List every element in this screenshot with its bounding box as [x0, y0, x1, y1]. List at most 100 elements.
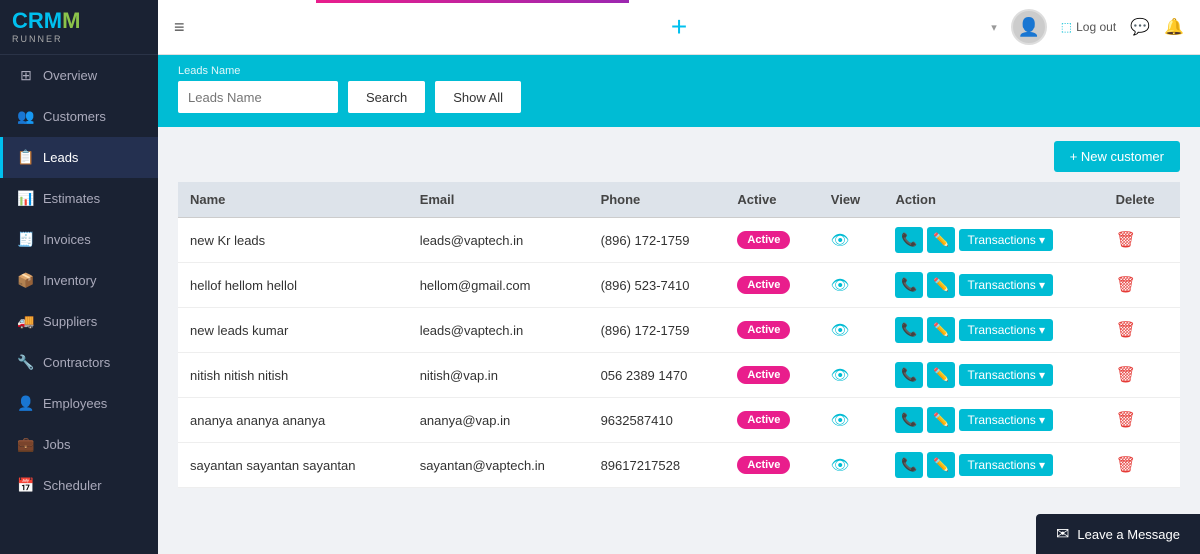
- sidebar-item-employees[interactable]: 👤Employees: [0, 383, 158, 424]
- sidebar-item-suppliers[interactable]: 🚚Suppliers: [0, 301, 158, 342]
- filter-label: Leads Name: [178, 65, 338, 77]
- add-button[interactable]: +: [671, 13, 687, 41]
- call-button[interactable]: 📞: [895, 317, 923, 343]
- delete-button[interactable]: 🗑: [1116, 320, 1136, 340]
- sidebar-item-contractors[interactable]: 🔧Contractors: [0, 342, 158, 383]
- logout-button[interactable]: ⬚ Log out: [1061, 20, 1116, 34]
- cell-phone: 89617217528: [589, 443, 726, 488]
- sidebar-item-jobs[interactable]: 💼Jobs: [0, 424, 158, 465]
- sidebar-label-customers: Customers: [43, 109, 106, 124]
- sidebar-item-invoices[interactable]: 🧾 Invoices: [0, 219, 158, 260]
- leave-message-bar[interactable]: ✉ Leave a Message: [1036, 514, 1200, 554]
- new-customer-button[interactable]: + New customer: [1054, 141, 1180, 172]
- cell-view: 👁: [819, 353, 884, 398]
- show-all-button[interactable]: Show All: [435, 81, 521, 113]
- leads-name-input[interactable]: [178, 81, 338, 113]
- call-button[interactable]: 📞: [895, 407, 923, 433]
- search-button[interactable]: Search: [348, 81, 425, 113]
- logout-icon: ⬚: [1061, 20, 1072, 34]
- cell-active: Active: [725, 308, 818, 353]
- col-view: View: [819, 182, 884, 218]
- progress-bar: [316, 0, 629, 3]
- edit-button[interactable]: ✏️: [927, 452, 955, 478]
- delete-button[interactable]: 🗑: [1116, 365, 1136, 385]
- view-icon[interactable]: 👁: [831, 277, 850, 294]
- action-buttons: 📞 ✏️ Transactions ▾: [895, 407, 1091, 433]
- cell-active: Active: [725, 218, 818, 263]
- table-row: ananya ananya ananyaananya@vap.in9632587…: [178, 398, 1180, 443]
- logo-text: CRMM: [12, 10, 80, 32]
- transactions-button[interactable]: Transactions ▾: [959, 454, 1053, 476]
- call-button[interactable]: 📞: [895, 227, 923, 253]
- cell-phone: (896) 523-7410: [589, 263, 726, 308]
- logo: CRMM RUNNER: [0, 0, 158, 55]
- cell-delete: 🗑: [1104, 218, 1180, 263]
- view-icon[interactable]: 👁: [831, 367, 850, 384]
- sidebar-label-estimates: Estimates: [43, 191, 100, 206]
- call-button[interactable]: 📞: [895, 272, 923, 298]
- sidebar-label-overview: Overview: [43, 68, 97, 83]
- sidebar-nav: ⊞Overview👥Customers📋Leads📊Estimates 🧾 Invo…: [0, 55, 158, 554]
- invoices-icon: 🧾: [17, 231, 35, 248]
- edit-button[interactable]: ✏️: [927, 407, 955, 433]
- transactions-button[interactable]: Transactions ▾: [959, 409, 1053, 431]
- edit-button[interactable]: ✏️: [927, 317, 955, 343]
- edit-button[interactable]: ✏️: [927, 362, 955, 388]
- scheduler-icon: 📅: [17, 477, 35, 494]
- table-header-row: NameEmailPhoneActiveViewActionDelete: [178, 182, 1180, 218]
- transactions-button[interactable]: Transactions ▾: [959, 274, 1053, 296]
- col-email: Email: [408, 182, 589, 218]
- message-icon: ✉: [1056, 524, 1069, 544]
- cell-view: 👁: [819, 398, 884, 443]
- sidebar-label-invoices: Invoices: [43, 232, 91, 247]
- table-row: sayantan sayantan sayantansayantan@vapte…: [178, 443, 1180, 488]
- sidebar-item-estimates[interactable]: 📊Estimates: [0, 178, 158, 219]
- cell-name: ananya ananya ananya: [178, 398, 408, 443]
- delete-button[interactable]: 🗑: [1116, 410, 1136, 430]
- cell-active: Active: [725, 443, 818, 488]
- cell-action: 📞 ✏️ Transactions ▾: [883, 263, 1103, 308]
- view-icon[interactable]: 👁: [831, 232, 850, 249]
- cell-delete: 🗑: [1104, 263, 1180, 308]
- sidebar-item-scheduler[interactable]: 📅Scheduler: [0, 465, 158, 506]
- hamburger-menu[interactable]: ≡: [174, 17, 185, 38]
- view-icon[interactable]: 👁: [831, 322, 850, 339]
- cell-delete: 🗑: [1104, 353, 1180, 398]
- cell-action: 📞 ✏️ Transactions ▾: [883, 218, 1103, 263]
- notification-icon[interactable]: 🔔: [1164, 17, 1184, 37]
- leads-icon: 📋: [17, 149, 35, 166]
- sidebar-item-overview[interactable]: ⊞Overview: [0, 55, 158, 96]
- action-buttons: 📞 ✏️ Transactions ▾: [895, 362, 1091, 388]
- cell-active: Active: [725, 353, 818, 398]
- status-badge: Active: [737, 366, 790, 384]
- status-badge: Active: [737, 411, 790, 429]
- delete-button[interactable]: 🗑: [1116, 275, 1136, 295]
- transactions-button[interactable]: Transactions ▾: [959, 319, 1053, 341]
- content-area: + New customer NameEmailPhoneActiveViewA…: [158, 127, 1200, 554]
- chat-icon[interactable]: 💬: [1130, 17, 1150, 37]
- call-button[interactable]: 📞: [895, 452, 923, 478]
- col-action: Action: [883, 182, 1103, 218]
- edit-button[interactable]: ✏️: [927, 227, 955, 253]
- delete-button[interactable]: 🗑: [1116, 230, 1136, 250]
- avatar: 👤: [1011, 9, 1047, 45]
- cell-active: Active: [725, 263, 818, 308]
- sidebar-item-inventory[interactable]: 📦Inventory: [0, 260, 158, 301]
- table-header: NameEmailPhoneActiveViewActionDelete: [178, 182, 1180, 218]
- cell-action: 📞 ✏️ Transactions ▾: [883, 398, 1103, 443]
- cell-action: 📞 ✏️ Transactions ▾: [883, 353, 1103, 398]
- delete-button[interactable]: 🗑: [1116, 455, 1136, 475]
- table-body: new Kr leadsleads@vaptech.in(896) 172-17…: [178, 218, 1180, 488]
- transactions-button[interactable]: Transactions ▾: [959, 229, 1053, 251]
- call-button[interactable]: 📞: [895, 362, 923, 388]
- cell-delete: 🗑: [1104, 308, 1180, 353]
- transactions-button[interactable]: Transactions ▾: [959, 364, 1053, 386]
- sidebar-item-customers[interactable]: 👥Customers: [0, 96, 158, 137]
- sidebar-item-leads[interactable]: 📋Leads: [0, 137, 158, 178]
- avatar-icon: 👤: [1018, 17, 1040, 38]
- view-icon[interactable]: 👁: [831, 412, 850, 429]
- view-icon[interactable]: 👁: [831, 457, 850, 474]
- edit-button[interactable]: ✏️: [927, 272, 955, 298]
- filter-bar: Leads Name Search Show All: [158, 55, 1200, 127]
- sidebar-label-employees: Employees: [43, 396, 107, 411]
